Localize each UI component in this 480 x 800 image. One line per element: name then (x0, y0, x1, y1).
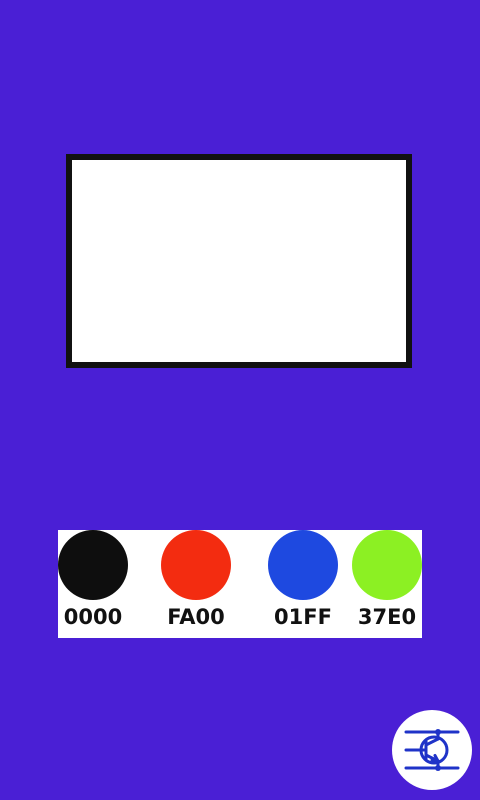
transistor-icon (404, 729, 460, 771)
swatch-label-37e0: 37E0 (357, 605, 417, 629)
swatch-label-01ff: 01FF (274, 605, 332, 629)
swatch-label-0000: 0000 (63, 605, 123, 629)
swatch-label-fa00: FA00 (167, 605, 225, 629)
app-screen: 0000 FA00 01FF 37E0 (0, 0, 480, 800)
swatch-0000[interactable] (58, 530, 128, 600)
color-palette: 0000 FA00 01FF 37E0 (58, 530, 422, 638)
swatch-fa00[interactable] (161, 530, 231, 600)
color-display-panel (66, 154, 412, 368)
swatch-37e0[interactable] (352, 530, 422, 600)
swatch-01ff[interactable] (268, 530, 338, 600)
app-logo[interactable] (392, 710, 472, 790)
